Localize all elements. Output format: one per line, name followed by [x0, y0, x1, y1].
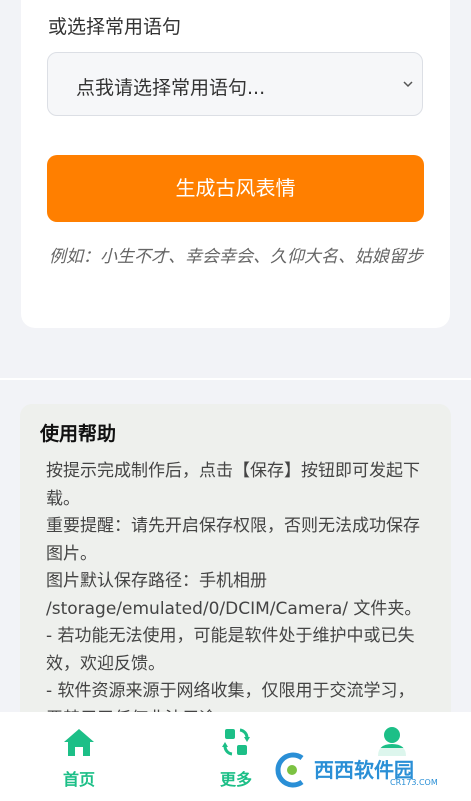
help-line: 图片默认保存路径：手机相册 /storage/emulated/0/DCIM/C… [46, 571, 422, 619]
home-icon [64, 729, 94, 756]
phrase-select-value: 点我请选择常用语句... [76, 77, 266, 99]
section-divider [0, 378, 471, 380]
nav-label-more: 更多 [219, 770, 252, 789]
phrase-select[interactable]: 点我请选择常用语句... [47, 52, 423, 116]
help-line: - 若功能无法使用，可能是软件处于维护中或已失效，欢迎反馈。 [46, 626, 415, 674]
nav-item-home[interactable]: 首页 [39, 712, 119, 801]
select-caption: 或选择常用语句 [48, 16, 182, 38]
help-card: 使用帮助 按提示完成制作后，点击【保存】按钮即可发起下载。 重要提醒：请先开启保… [20, 404, 451, 734]
nav-item-more[interactable]: 更多 [196, 712, 276, 801]
chevron-down-icon [403, 81, 413, 88]
help-line: 按提示完成制作后，点击【保存】按钮即可发起下载。 [46, 461, 420, 509]
example-text: 例如：小生不才、幸会幸会、久仰大名、姑娘留步 [49, 247, 423, 267]
more-icon [222, 728, 250, 756]
generate-button[interactable]: 生成古风表情 [47, 155, 424, 222]
watermark: 西西软件园 CR173.COM [272, 748, 452, 792]
nav-label-home: 首页 [62, 770, 95, 789]
help-title: 使用帮助 [40, 423, 117, 445]
help-body: 按提示完成制作后，点击【保存】按钮即可发起下载。 重要提醒：请先开启保存权限，否… [46, 458, 426, 733]
watermark-logo-icon [275, 752, 304, 788]
watermark-sub: CR173.COM [390, 778, 438, 787]
help-line: 重要提醒：请先开启保存权限，否则无法成功保存图片。 [46, 516, 420, 564]
